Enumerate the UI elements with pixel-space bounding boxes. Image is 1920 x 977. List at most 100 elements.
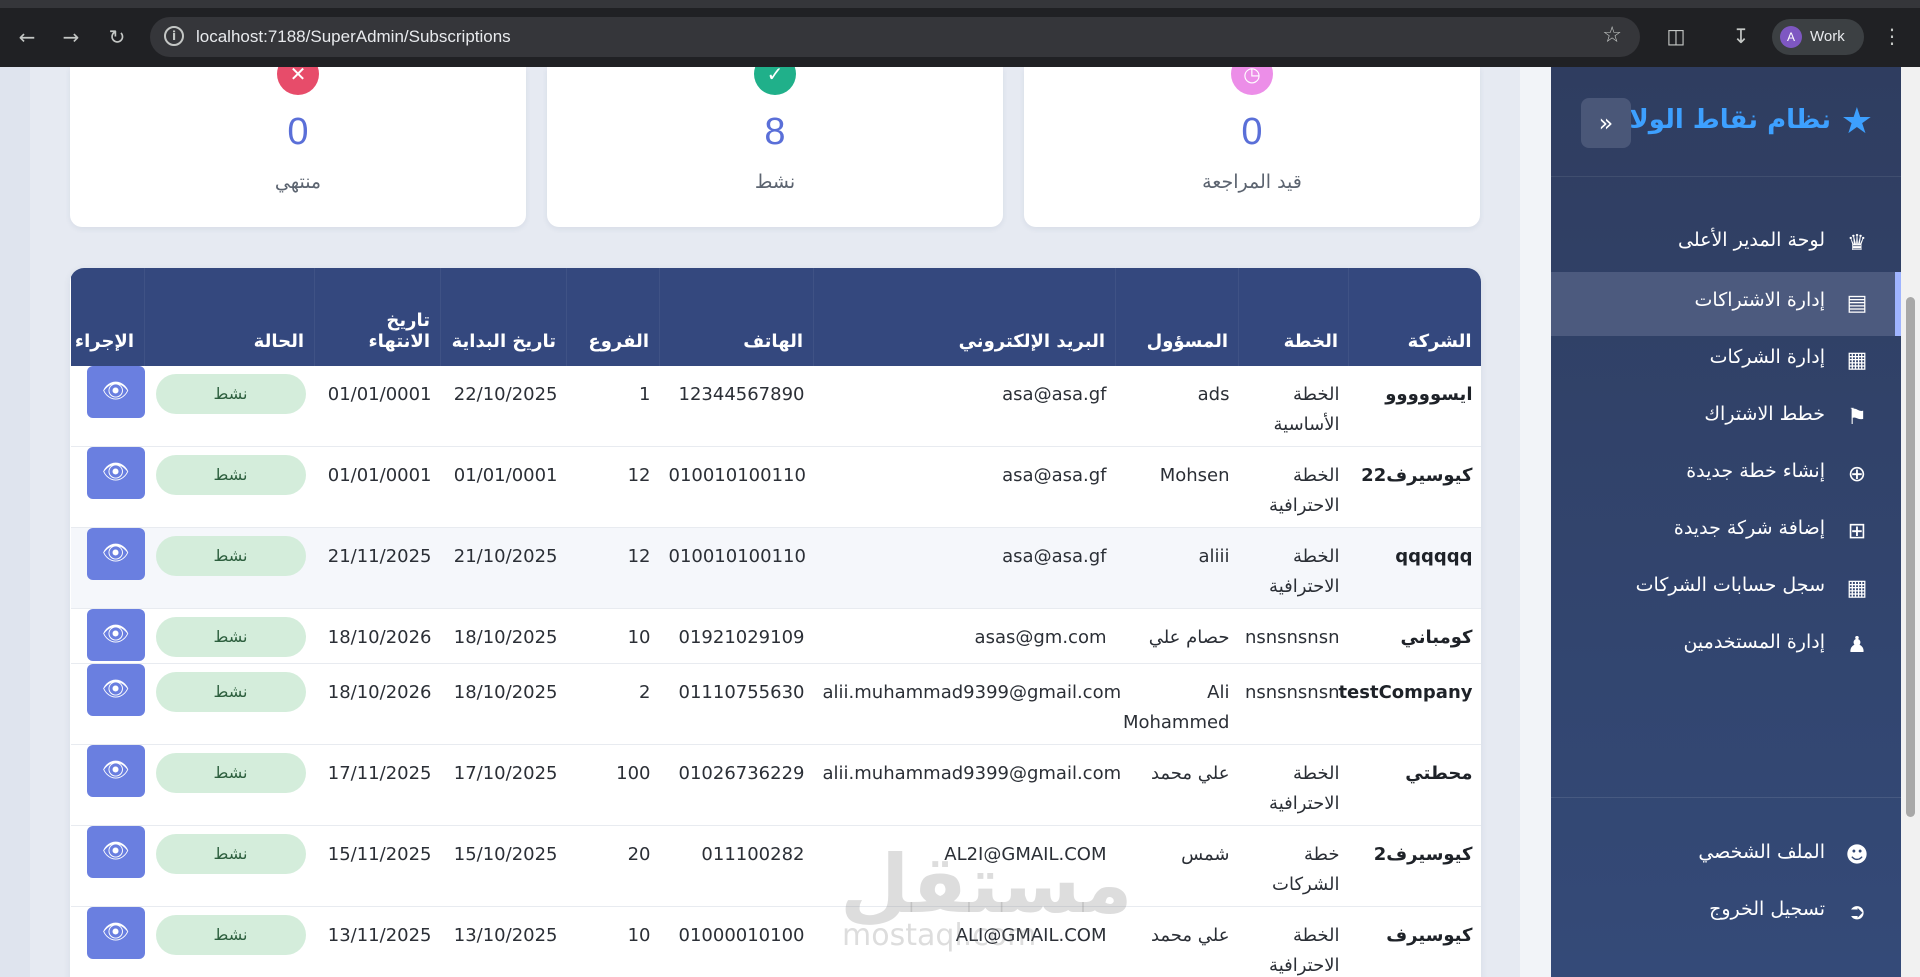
back-arrow-icon[interactable]: ←	[12, 22, 42, 52]
end-date-cell: 17/11/2025	[314, 744, 441, 826]
manager-cell: Mohsen	[1115, 446, 1239, 528]
phone-cell: 010010100110	[659, 446, 814, 528]
status-badge: نشط	[155, 455, 306, 495]
collapse-sidebar-button[interactable]: »	[1581, 98, 1631, 148]
action-cell: 👁	[70, 906, 145, 977]
status-cell: نشط	[144, 446, 315, 528]
header-plan: الخطة	[1238, 268, 1349, 366]
building-icon: ▦	[1846, 348, 1868, 373]
profile-button[interactable]: A Work	[1772, 19, 1864, 55]
bookmark-star-icon[interactable]: ☆	[1602, 23, 1622, 48]
status-cell: نشط	[144, 906, 315, 977]
profile-label: Work	[1810, 28, 1845, 45]
view-eye-button[interactable]: 👁	[86, 745, 145, 797]
clipboard-icon: ▦	[1846, 576, 1868, 601]
reload-icon[interactable]: ↻	[102, 22, 132, 52]
start-date-cell: 18/10/2025	[440, 663, 567, 745]
plan-cell: nsnsnsnsn	[1238, 663, 1349, 745]
view-eye-button[interactable]: 👁	[86, 528, 145, 580]
tags-icon: ⚑	[1847, 405, 1867, 430]
sidebar-item[interactable]: ⊞ إضافة شركة جديدة	[1551, 500, 1901, 564]
phone-cell: 01000010100	[659, 906, 814, 977]
sidebar-item[interactable]: ☻ الملف الشخصي	[1551, 824, 1901, 888]
sidebar-item[interactable]: ♟ إدارة المستخدمين	[1551, 614, 1901, 678]
action-cell: 👁	[70, 446, 145, 528]
url-text: localhost:7188/SuperAdmin/Subscriptions	[196, 27, 511, 46]
download-icon[interactable]: ↧	[1725, 20, 1757, 52]
eye-icon: 👁	[101, 758, 130, 783]
site-info-icon[interactable]: i	[164, 26, 184, 46]
forward-arrow-icon[interactable]: →	[56, 22, 86, 52]
manager-cell: شمس	[1115, 825, 1239, 907]
view-eye-button[interactable]: 👁	[86, 826, 145, 878]
end-date-cell: 13/11/2025	[314, 906, 441, 977]
page-scrollbar[interactable]	[1901, 67, 1920, 977]
status-badge: نشط	[155, 834, 306, 874]
branches-cell: 1	[566, 366, 660, 447]
watermark-domain: mostaql.com	[842, 918, 1037, 953]
view-eye-button[interactable]: 👁	[86, 447, 145, 499]
plan-cell: الخطة الاحترافية	[1238, 744, 1349, 826]
crown-icon: ♛	[1847, 231, 1867, 256]
sidebar-item[interactable]: ▦ إدارة الشركات	[1551, 329, 1901, 393]
branches-cell: 100	[566, 744, 660, 826]
eye-icon: 👁	[101, 677, 130, 702]
start-date-cell: 18/10/2025	[440, 608, 567, 664]
table-row: كيوسيرف2 خطة الشركات شمس AL2I@GMAIL.COM 0111…	[70, 825, 1481, 907]
stat-value: 0	[1241, 111, 1263, 153]
sidebar-divider	[1551, 797, 1901, 798]
tab-strip	[0, 0, 1920, 8]
manager-cell: علي محمد	[1115, 906, 1239, 977]
company-cell: محطتي	[1348, 744, 1481, 826]
plan-cell: خطة الشركات	[1238, 825, 1349, 907]
email-cell: alii.muhammad9399@gmail.com	[813, 663, 1121, 745]
table-row: ايسووووو الخطة الأساسية ads asa@asa.gf 12344…	[70, 366, 1481, 447]
sidebar-item[interactable]: ⊕ إنشاء خطة جديدة	[1551, 443, 1901, 507]
header-action: الإجراء	[70, 268, 145, 366]
status-badge: نشط	[155, 617, 306, 657]
view-eye-button[interactable]: 👁	[86, 664, 145, 716]
users-icon: ♟	[1847, 633, 1867, 658]
stat-label: قيد المراجعة	[1202, 171, 1302, 193]
eye-icon: 👁	[101, 460, 130, 485]
action-cell: 👁	[70, 608, 145, 664]
manager-cell: ads	[1115, 366, 1239, 447]
sidebar-item[interactable]: ▤ إدارة الاشتراكات	[1551, 272, 1901, 336]
clock-icon: ◷	[1231, 67, 1273, 95]
header-manager: المسؤول	[1115, 268, 1239, 366]
eye-icon: 👁	[101, 379, 130, 404]
company-cell: كيوسيرف2	[1348, 825, 1481, 907]
sidebar-item[interactable]: ♛ لوحة المدير الأعلى	[1551, 212, 1901, 276]
manager-cell: aliii	[1115, 527, 1239, 609]
view-eye-button[interactable]: 👁	[86, 907, 145, 959]
sidebar-item-label: خطط الاشتراك	[1704, 403, 1825, 425]
check-icon: ✓	[754, 67, 796, 95]
sidebar-item-label: الملف الشخصي	[1698, 841, 1825, 863]
sidebar-item[interactable]: ➲ تسجيل الخروج	[1551, 881, 1901, 945]
start-date-cell: 15/10/2025	[440, 825, 567, 907]
menu-kebab-icon[interactable]: ⋮	[1876, 20, 1908, 52]
eye-icon: 👁	[101, 920, 130, 945]
sidebar-item[interactable]: ⚑ خطط الاشتراك	[1551, 386, 1901, 450]
browser-toolbar: ← → ↻ i localhost:7188/SuperAdmin/Subscr…	[0, 0, 1920, 67]
sidebar-item-label: تسجيل الخروج	[1709, 898, 1825, 920]
sidebar-header: ★ نظام نقاط الولاء »	[1551, 67, 1901, 177]
email-cell: asa@asa.gf	[813, 446, 1116, 528]
status-cell: نشط	[144, 527, 315, 609]
stat-label: منتهي	[274, 171, 322, 193]
subscriptions-table: الشركة الخطة المسؤول البريد الإلكتروني ا…	[70, 268, 1481, 977]
scrollbar-thumb[interactable]	[1906, 297, 1915, 817]
start-date-cell: 13/10/2025	[440, 906, 567, 977]
email-cell: alii.muhammad9399@gmail.com	[813, 744, 1121, 826]
table-header-row: الشركة الخطة المسؤول البريد الإلكتروني ا…	[70, 268, 1481, 366]
action-cell: 👁	[70, 663, 145, 745]
address-bar[interactable]: i localhost:7188/SuperAdmin/Subscription…	[150, 17, 1640, 57]
end-date-cell: 15/11/2025	[314, 825, 441, 907]
sidebar-item[interactable]: ▦ سجل حسابات الشركات	[1551, 557, 1901, 621]
status-badge: نشط	[155, 753, 306, 793]
branches-cell: 12	[566, 446, 660, 528]
view-eye-button[interactable]: 👁	[86, 366, 145, 418]
extensions-icon[interactable]: ◫	[1660, 20, 1692, 52]
header-email: البريد الإلكتروني	[813, 268, 1116, 366]
view-eye-button[interactable]: 👁	[86, 609, 145, 661]
